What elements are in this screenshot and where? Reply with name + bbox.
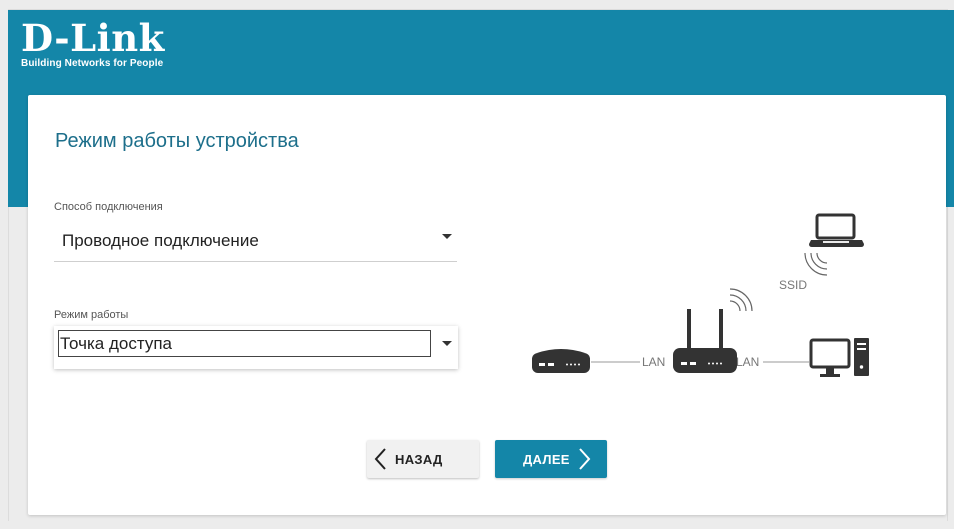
- connection-type-select[interactable]: Проводное подключение: [54, 222, 457, 262]
- desktop-pc-icon: [809, 338, 869, 377]
- lan-label-left: LAN: [642, 355, 665, 369]
- chevron-down-icon: [442, 341, 452, 346]
- wifi-signal-icon: [804, 252, 828, 276]
- operation-mode-select[interactable]: Точка доступа: [54, 326, 458, 369]
- modem-icon: [532, 349, 590, 373]
- dlink-logo: D-Link Building Networks for People: [21, 16, 165, 70]
- wifi-signal-icon: [729, 288, 753, 312]
- router-icon: [673, 309, 737, 373]
- operation-mode-value: Точка доступа: [60, 334, 172, 353]
- logo-tagline: Building Networks for People: [21, 58, 164, 69]
- connection-type-value: Проводное подключение: [62, 231, 259, 250]
- chevron-down-icon: [442, 234, 452, 239]
- next-button[interactable]: ДАЛЕЕ: [495, 440, 607, 478]
- page-title: Режим работы устройства: [55, 130, 299, 152]
- lan-label-right: LAN: [736, 355, 759, 369]
- back-button-label: НАЗАД: [395, 451, 443, 467]
- chevron-left-icon: [374, 448, 386, 470]
- chevron-right-icon: [579, 448, 591, 470]
- wizard-card: Режим работы устройства Способ подключен…: [28, 95, 946, 515]
- ssid-label: SSID: [779, 278, 807, 292]
- operation-mode-label: Режим работы: [54, 309, 129, 321]
- logo-wordmark: D-Link: [21, 16, 165, 60]
- laptop-icon: [809, 213, 864, 247]
- network-diagram: LAN LAN SSID: [532, 213, 869, 377]
- next-button-label: ДАЛЕЕ: [523, 451, 570, 467]
- header-band-edge: [946, 10, 954, 207]
- back-button[interactable]: НАЗАД: [367, 440, 479, 478]
- connection-type-label: Способ подключения: [54, 201, 163, 213]
